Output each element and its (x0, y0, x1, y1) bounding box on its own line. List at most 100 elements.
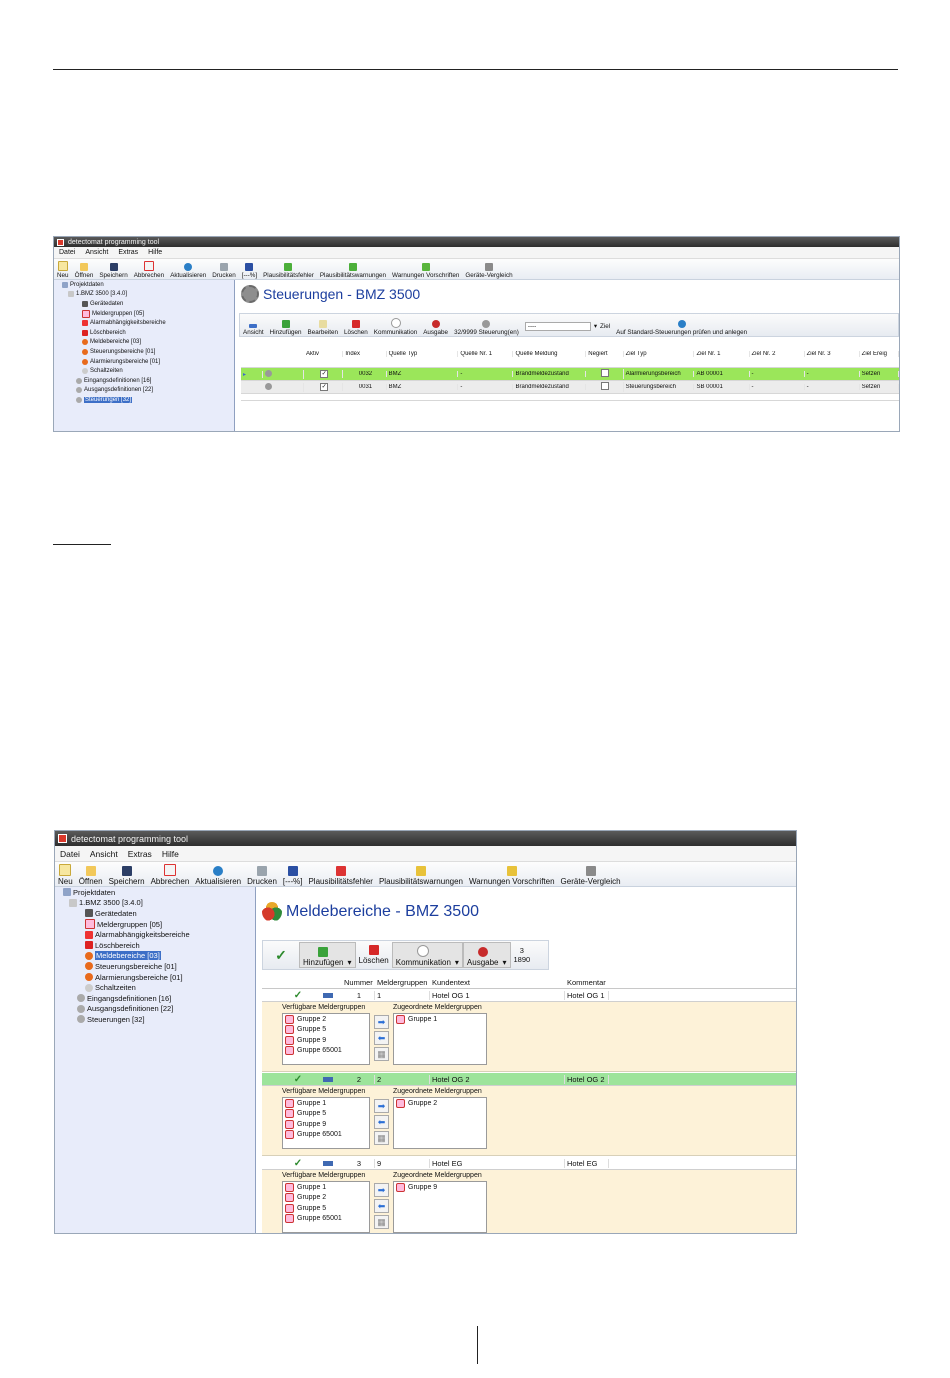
menu-extras[interactable]: Extras (123, 849, 157, 859)
tree-item-meldebereiche[interactable]: Meldebereiche [03] (55, 951, 255, 962)
tree-item[interactable]: Ausgangsdefinitionen [22] (54, 386, 234, 396)
communication-button[interactable]: Kommunikation ▾ (391, 942, 463, 968)
tree-item[interactable]: Steuerungen [32] (55, 1014, 255, 1025)
new-button[interactable]: Neu (55, 864, 76, 886)
tree-item[interactable]: Meldergruppen [05] (55, 919, 255, 930)
menu-ansicht[interactable]: Ansicht (80, 249, 113, 256)
regulation-warnings-button[interactable]: Warnungen Vorschriften (466, 866, 558, 886)
tree-item[interactable]: Schaltzeiten (55, 982, 255, 993)
list-item[interactable]: Gruppe 9 (394, 1182, 486, 1193)
list-item[interactable]: Gruppe 1 (283, 1182, 369, 1193)
device-compare-button[interactable]: Geräte-Vergleich (462, 263, 515, 279)
tree-device[interactable]: 1.BMZ 3500 [3.4.0] (54, 290, 234, 300)
list-item[interactable]: Gruppe 5 (283, 1203, 369, 1214)
list-item[interactable]: Gruppe 2 (283, 1193, 369, 1204)
negated-checkbox[interactable] (601, 382, 610, 390)
output-button[interactable]: Ausgabe (420, 320, 451, 336)
col-ziel-typ[interactable]: Ziel Typ (624, 351, 695, 357)
cancel-button[interactable]: Abbrechen (131, 261, 167, 279)
plausibility-warnings-button[interactable]: Plausibilitätswarnungen (376, 866, 466, 886)
col-ziel-nr2[interactable]: Ziel Nr. 2 (750, 351, 805, 357)
tree-root[interactable]: Projektdaten (54, 280, 234, 290)
list-item[interactable]: Gruppe 9 (283, 1119, 369, 1130)
list-item[interactable]: Gruppe 65001 (283, 1214, 369, 1225)
menu-extras[interactable]: Extras (113, 249, 143, 256)
device-compare-button[interactable]: Geräte-Vergleich (558, 866, 624, 886)
col-ziel-nr1[interactable]: Ziel Nr. 1 (694, 351, 750, 357)
list-button[interactable]: ▦ (374, 1215, 389, 1229)
tree-item[interactable]: Eingangsdefinitionen [16] (54, 376, 234, 386)
plausibility-errors-button[interactable]: Plausibilitätsfehler (260, 263, 317, 279)
col-ziel-ereig[interactable]: Ziel Ereig (860, 351, 899, 357)
tree-item[interactable]: Alarmabhängigkeitsbereiche (55, 929, 255, 940)
print-button[interactable]: Drucken (244, 866, 280, 886)
list-item[interactable]: Gruppe 65001 (283, 1046, 369, 1057)
col-aktiv[interactable]: Aktiv (304, 351, 344, 357)
save-button[interactable]: Speichern (106, 866, 148, 886)
tree-item[interactable]: Löschbereich (54, 328, 234, 338)
list-item[interactable]: Gruppe 2 (394, 1098, 486, 1109)
col-quelle-nr1[interactable]: Quelle Nr. 1 (458, 351, 514, 357)
tree-item[interactable]: Alarmabhängigkeitsbereiche (54, 318, 234, 328)
output-button[interactable]: Ausgabe ▾ (462, 942, 511, 968)
open-button[interactable]: Öffnen (72, 263, 97, 279)
move-right-button[interactable]: ➡ (374, 1183, 389, 1197)
tree-device[interactable]: 1.BMZ 3500 [3.4.0] (55, 898, 255, 909)
menu-hilfe[interactable]: Hilfe (143, 249, 167, 256)
confirm-button[interactable]: ✓ (263, 947, 299, 964)
tree-item[interactable]: Schaltzeiten (54, 366, 234, 376)
refresh-button[interactable]: Aktualisieren (167, 263, 209, 279)
move-right-button[interactable]: ➡ (374, 1015, 389, 1029)
refresh-button[interactable]: Aktualisieren (192, 866, 244, 886)
plausibility-errors-button[interactable]: Plausibilitätsfehler (305, 866, 375, 886)
list-button[interactable]: ▦ (374, 1131, 389, 1145)
tree-item[interactable]: Ausgangsdefinitionen [22] (55, 1004, 255, 1015)
tree-item[interactable]: Meldebereiche [03] (54, 338, 234, 348)
menu-hilfe[interactable]: Hilfe (157, 849, 184, 859)
menu-ansicht[interactable]: Ansicht (85, 849, 123, 859)
col-meldergruppen[interactable]: Meldergruppen (375, 978, 430, 987)
move-left-button[interactable]: ⬅ (374, 1199, 389, 1213)
available-list[interactable]: Gruppe 1 Gruppe 2 Gruppe 5 Gruppe 65001 (282, 1181, 370, 1233)
tree-item-steuerungen[interactable]: Steuerungen [32] (54, 395, 234, 405)
list-button[interactable]: ▦ (374, 1047, 389, 1061)
tree-item[interactable]: Gerätedaten (54, 299, 234, 309)
col-kundentext[interactable]: Kundentext (430, 978, 565, 987)
edit-button[interactable]: Bearbeiten (305, 320, 341, 336)
available-list[interactable]: Gruppe 2 Gruppe 5 Gruppe 9 Gruppe 65001 (282, 1013, 370, 1065)
active-checkbox[interactable]: ✓ (320, 383, 329, 391)
table-row[interactable]: ▸ ✓ 0032 BMZ - Brandmeldezustand Alarmie… (241, 368, 899, 381)
negated-checkbox[interactable] (601, 369, 610, 377)
active-checkbox[interactable]: ✓ (320, 370, 329, 378)
collapse-icon[interactable] (323, 1160, 333, 1166)
tree-item[interactable]: Alarmierungsbereiche [01] (54, 357, 234, 367)
delete-button[interactable]: Löschen (341, 320, 371, 336)
add-button[interactable]: Hinzufügen ▾ (299, 942, 356, 968)
tree-item[interactable]: Eingangsdefinitionen [16] (55, 993, 255, 1004)
list-item[interactable]: Gruppe 1 (394, 1014, 486, 1025)
tree-item[interactable]: Alarmierungsbereiche [01] (55, 972, 255, 983)
tree-item[interactable]: Löschbereich (55, 940, 255, 951)
list-item[interactable]: Gruppe 65001 (283, 1130, 369, 1141)
menu-datei[interactable]: Datei (55, 849, 85, 859)
col-index[interactable]: Index (343, 351, 387, 357)
col-negiert[interactable]: Negiert (586, 351, 624, 357)
communication-button[interactable]: Kommunikation (371, 318, 420, 336)
list-item[interactable]: Gruppe 5 (283, 1025, 369, 1036)
list-item[interactable]: Gruppe 9 (283, 1035, 369, 1046)
regulation-warnings-button[interactable]: Warnungen Vorschriften (389, 263, 462, 279)
open-button[interactable]: Öffnen (76, 866, 106, 886)
add-button[interactable]: Hinzufügen (267, 320, 305, 336)
new-button[interactable]: Neu (54, 261, 72, 279)
table-row[interactable]: ✓ 1 1 Hotel OG 1 Hotel OG 1 (262, 989, 796, 1002)
table-row-selected[interactable]: ✓ 2 2 Hotel OG 2 Hotel OG 2 (262, 1073, 796, 1086)
collapse-icon[interactable] (323, 1076, 333, 1082)
assigned-list[interactable]: Gruppe 9 (393, 1181, 487, 1233)
plausibility-warnings-button[interactable]: Plausibilitätswarnungen (317, 263, 389, 279)
tree-item[interactable]: Meldergruppen [05] (54, 309, 234, 319)
move-left-button[interactable]: ⬅ (374, 1031, 389, 1045)
print-button[interactable]: Drucken (209, 263, 238, 279)
collapse-icon[interactable] (323, 992, 333, 998)
save-button[interactable]: Speichern (96, 263, 130, 279)
col-quelle-meldung[interactable]: Quelle Meldung (513, 351, 587, 357)
